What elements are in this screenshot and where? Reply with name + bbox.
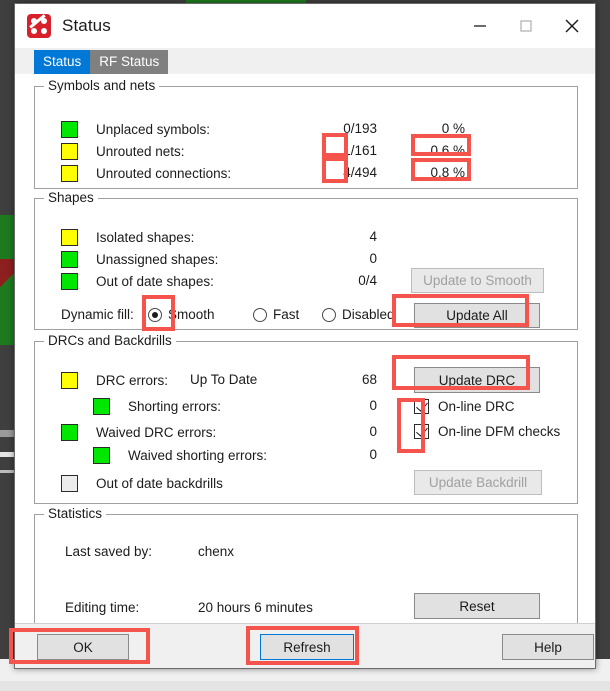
waived-shorting-errors-count: 0: [369, 447, 377, 462]
window-title: Status: [62, 16, 111, 35]
waived-drc-errors-count: 0: [369, 424, 377, 439]
checkbox-online-drc[interactable]: On-line DRC: [414, 399, 515, 414]
radio-knob-icon: [253, 307, 267, 322]
row-label: Unplaced symbols:: [96, 122, 211, 137]
row-drc-errors: DRC errors:: [61, 372, 168, 389]
checkbox-out-of-date-backdrills[interactable]: [61, 475, 78, 492]
drc-errors-status: Up To Date: [190, 372, 258, 387]
unplaced-symbols-count: 0/193: [343, 121, 377, 136]
status-swatch-yellow: [61, 165, 78, 182]
radio-dynamic-fill-disabled[interactable]: Disabled: [322, 307, 395, 322]
row-waived-drc-errors: Waived DRC errors:: [61, 424, 216, 441]
reset-button[interactable]: Reset: [414, 593, 540, 619]
status-swatch-green: [61, 273, 78, 290]
last-saved-by-label: Last saved by:: [65, 544, 153, 559]
status-swatch-green: [61, 424, 78, 441]
dynamic-fill-label: Dynamic fill:: [61, 307, 134, 322]
help-button[interactable]: Help: [502, 634, 594, 660]
unrouted-connections-count: 4/494: [343, 165, 377, 180]
checkmark-icon: [414, 399, 429, 414]
isolated-shapes-count: 4: [369, 229, 377, 244]
unrouted-nets-count: 1/161: [343, 143, 377, 158]
row-isolated-shapes: Isolated shapes:: [61, 229, 194, 246]
radio-knob-icon: [148, 307, 162, 322]
editing-time-label: Editing time:: [65, 600, 140, 615]
status-swatch-yellow: [61, 372, 78, 389]
group-drcs-and-backdrills-legend: DRCs and Backdrills: [44, 333, 176, 348]
tab-status[interactable]: Status: [34, 50, 91, 74]
row-label: DRC errors:: [96, 373, 169, 388]
radio-dynamic-fill-smooth[interactable]: Smooth: [148, 307, 215, 322]
row-label: Unrouted connections:: [96, 166, 232, 181]
editing-time-value: 20 hours 6 minutes: [198, 600, 313, 615]
update-backdrill-button[interactable]: Update Backdrill: [414, 470, 542, 495]
title-bar: Status: [15, 4, 595, 48]
minimize-icon[interactable]: [457, 4, 503, 48]
tab-strip: Status RF Status: [15, 48, 595, 74]
update-to-smooth-button[interactable]: Update to Smooth: [411, 268, 544, 293]
checkmark-icon: [414, 424, 429, 439]
window-controls: [457, 4, 595, 48]
tab-rf-status[interactable]: RF Status: [90, 50, 169, 74]
radio-dynamic-fill-fast[interactable]: Fast: [253, 307, 299, 322]
shorting-errors-count: 0: [369, 398, 377, 413]
last-saved-by-value: chenx: [198, 544, 235, 559]
status-swatch-yellow: [61, 229, 78, 246]
row-out-of-date-backdrills[interactable]: Out of date backdrills: [61, 475, 223, 492]
group-statistics: Statistics Last saved by: chenx Editing …: [34, 506, 578, 628]
row-label: Isolated shapes:: [96, 230, 195, 245]
row-label: Out of date backdrills: [96, 476, 223, 491]
dialog-footer: OK Refresh Help: [15, 624, 595, 668]
radio-label: Fast: [273, 307, 300, 322]
drc-errors-count: 68: [361, 372, 377, 387]
pcb-status-icon: [27, 14, 51, 38]
row-label: Waived shorting errors:: [128, 448, 268, 463]
radio-label: Disabled: [342, 307, 395, 322]
status-swatch-green: [93, 447, 110, 464]
out-of-date-shapes-count: 0/4: [358, 273, 377, 288]
group-drcs-and-backdrills: DRCs and Backdrills DRC errors: Up To Da…: [34, 333, 578, 504]
row-label: Waived DRC errors:: [96, 425, 217, 440]
status-swatch-green: [61, 121, 78, 138]
ok-button[interactable]: OK: [37, 634, 129, 660]
maximize-icon[interactable]: [503, 4, 549, 48]
row-unrouted-connections: Unrouted connections:: [61, 165, 231, 182]
group-shapes-legend: Shapes: [44, 190, 98, 205]
row-label: Shorting errors:: [128, 399, 222, 414]
row-label: Out of date shapes:: [96, 274, 214, 289]
close-icon[interactable]: [549, 4, 595, 48]
checkbox-online-dfm-checks[interactable]: On-line DFM checks: [414, 424, 560, 439]
unplaced-symbols-percent: 0 %: [441, 121, 465, 136]
unassigned-shapes-count: 0: [369, 251, 377, 266]
background-status-bar-lower: [0, 681, 610, 691]
row-waived-shorting-errors: Waived shorting errors:: [93, 447, 267, 464]
status-swatch-green: [61, 251, 78, 268]
checkbox-label: On-line DFM checks: [438, 424, 561, 439]
group-symbols-and-nets-legend: Symbols and nets: [44, 78, 160, 93]
checkbox-label: On-line DRC: [438, 399, 515, 414]
status-dialog: Status Status RF Status Symbols and nets…: [14, 3, 596, 669]
dialog-content: Symbols and nets Unplaced symbols: 0/193…: [15, 74, 595, 628]
radio-label: Smooth: [168, 307, 215, 322]
group-statistics-legend: Statistics: [44, 506, 107, 521]
status-swatch-green: [93, 398, 110, 415]
group-shapes: Shapes Isolated shapes: 4 Unassigned sha…: [34, 190, 578, 330]
row-unrouted-nets: Unrouted nets:: [61, 143, 185, 160]
group-symbols-and-nets: Symbols and nets Unplaced symbols: 0/193…: [34, 78, 578, 189]
row-label: Unrouted nets:: [96, 144, 185, 159]
row-shorting-errors: Shorting errors:: [93, 398, 221, 415]
radio-knob-icon: [322, 307, 336, 322]
unrouted-nets-percent: 0.6 %: [430, 143, 465, 158]
update-all-button[interactable]: Update All: [414, 303, 540, 328]
refresh-button[interactable]: Refresh: [260, 634, 354, 660]
row-out-of-date-shapes: Out of date shapes:: [61, 273, 214, 290]
unrouted-connections-percent: 0.8 %: [430, 165, 465, 180]
update-drc-button[interactable]: Update DRC: [414, 367, 540, 393]
status-swatch-yellow: [61, 143, 78, 160]
row-label: Unassigned shapes:: [96, 252, 219, 267]
row-unassigned-shapes: Unassigned shapes:: [61, 251, 218, 268]
row-unplaced-symbols: Unplaced symbols:: [61, 121, 210, 138]
